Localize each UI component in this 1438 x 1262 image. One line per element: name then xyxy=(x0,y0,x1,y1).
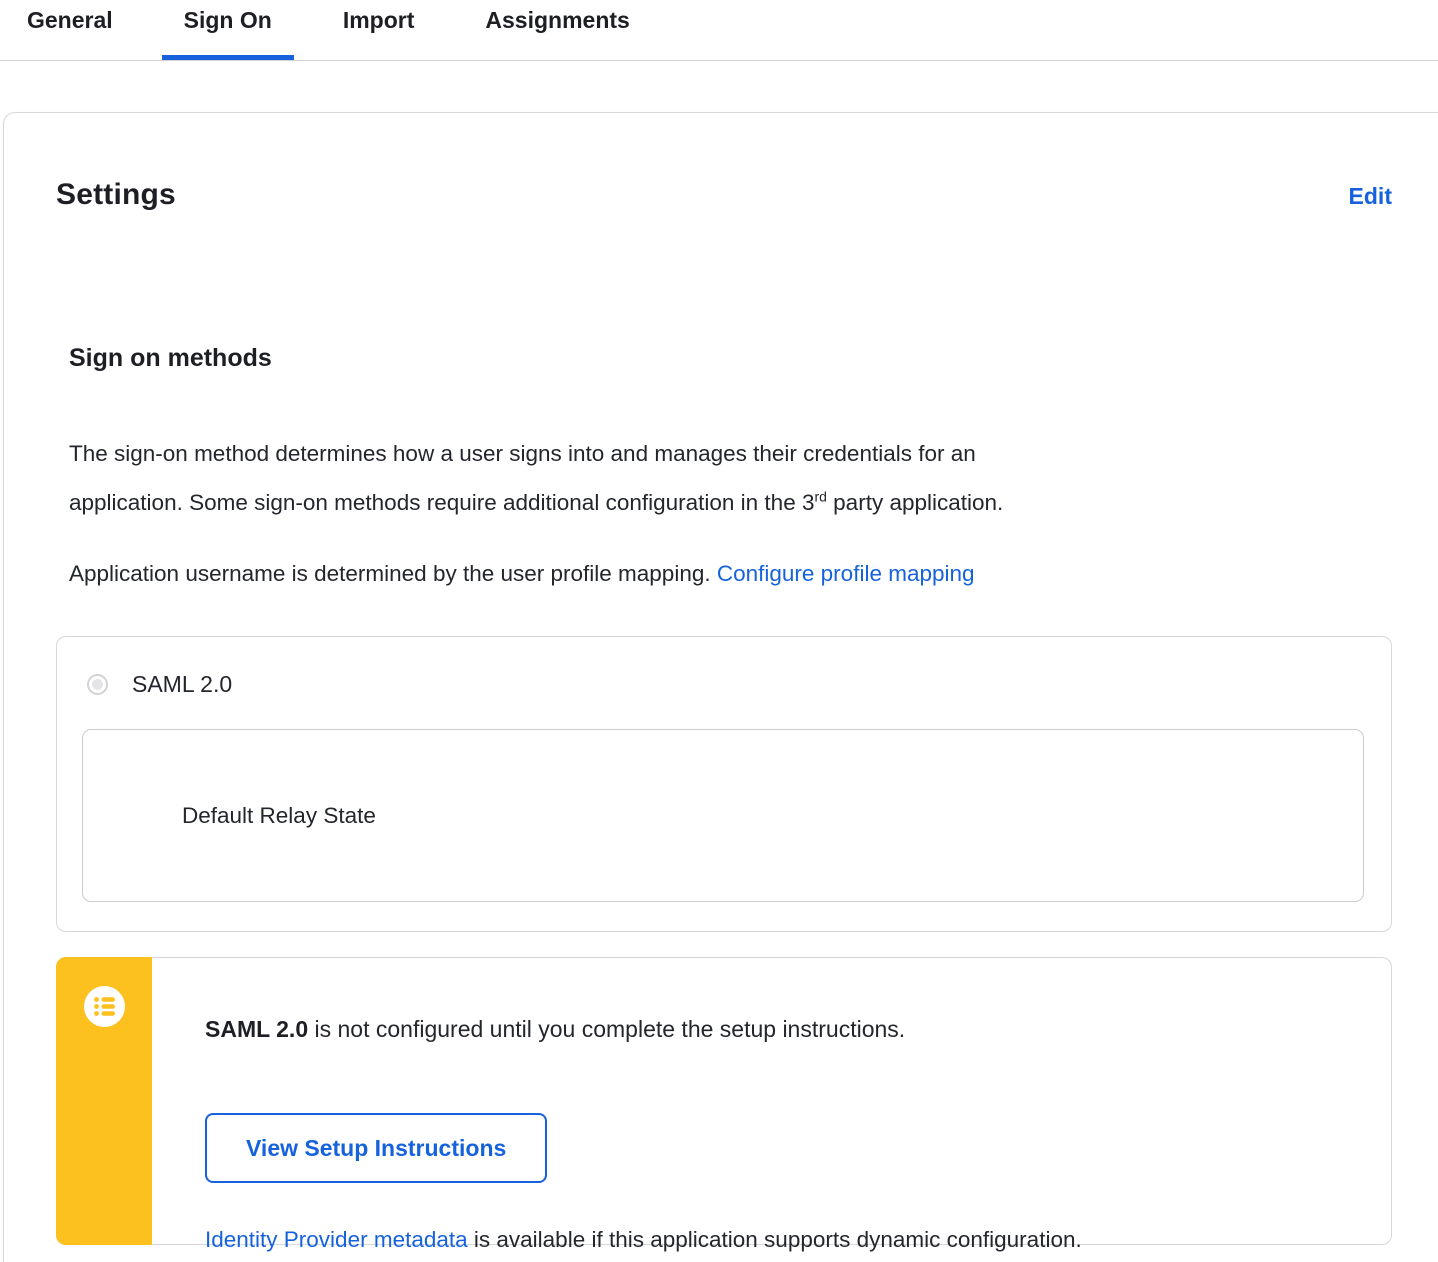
edit-link[interactable]: Edit xyxy=(1349,183,1392,210)
tab-general[interactable]: General xyxy=(5,0,135,60)
settings-card-header: Settings Edit xyxy=(56,157,1392,233)
settings-card: Settings Edit Sign on methods The sign-o… xyxy=(3,112,1438,1262)
saml-radio-row: SAML 2.0 xyxy=(57,637,1391,698)
identity-provider-metadata-link[interactable]: Identity Provider metadata xyxy=(205,1227,468,1252)
default-relay-state-field: Default Relay State xyxy=(82,729,1364,903)
username-mapping-line: Application username is determined by th… xyxy=(69,549,1392,598)
default-relay-state-label: Default Relay State xyxy=(182,802,376,828)
page-title: Settings xyxy=(56,178,176,212)
tab-sign-on[interactable]: Sign On xyxy=(162,0,294,60)
tab-assignments[interactable]: Assignments xyxy=(463,0,651,60)
configure-profile-mapping-link[interactable]: Configure profile mapping xyxy=(717,561,975,586)
saml-not-configured-callout: SAML 2.0 is not configured until you com… xyxy=(56,957,1392,1252)
callout-message-rest: is not configured until you complete the… xyxy=(308,1016,906,1043)
callout-accent-bar xyxy=(56,957,152,1246)
tab-import[interactable]: Import xyxy=(321,0,437,60)
app-tab-bar: General Sign On Import Assignments xyxy=(0,0,1438,61)
metadata-line: Identity Provider metadata is available … xyxy=(205,1225,1391,1255)
saml-radio-label: SAML 2.0 xyxy=(132,671,233,698)
sign-on-methods-heading: Sign on methods xyxy=(69,344,272,373)
username-mapping-text: Application username is determined by th… xyxy=(69,561,717,587)
description-line-2: application. Some sign-on methods requir… xyxy=(69,488,1004,516)
callout-message-bold: SAML 2.0 xyxy=(205,1016,309,1043)
saml-method-box: SAML 2.0 Default Relay State xyxy=(56,636,1392,933)
setup-list-icon xyxy=(84,986,125,1028)
metadata-line-rest: is available if this application support… xyxy=(467,1227,1082,1253)
saml-radio-button[interactable] xyxy=(87,674,108,696)
description-line-1: The sign-on method determines how a user… xyxy=(69,441,976,467)
sign-on-methods-description: The sign-on method determines how a user… xyxy=(69,429,1392,527)
view-setup-instructions-button[interactable]: View Setup Instructions xyxy=(205,1113,548,1184)
callout-message: SAML 2.0 is not configured until you com… xyxy=(205,981,1391,1044)
ordinal-superscript: rd xyxy=(814,488,827,505)
